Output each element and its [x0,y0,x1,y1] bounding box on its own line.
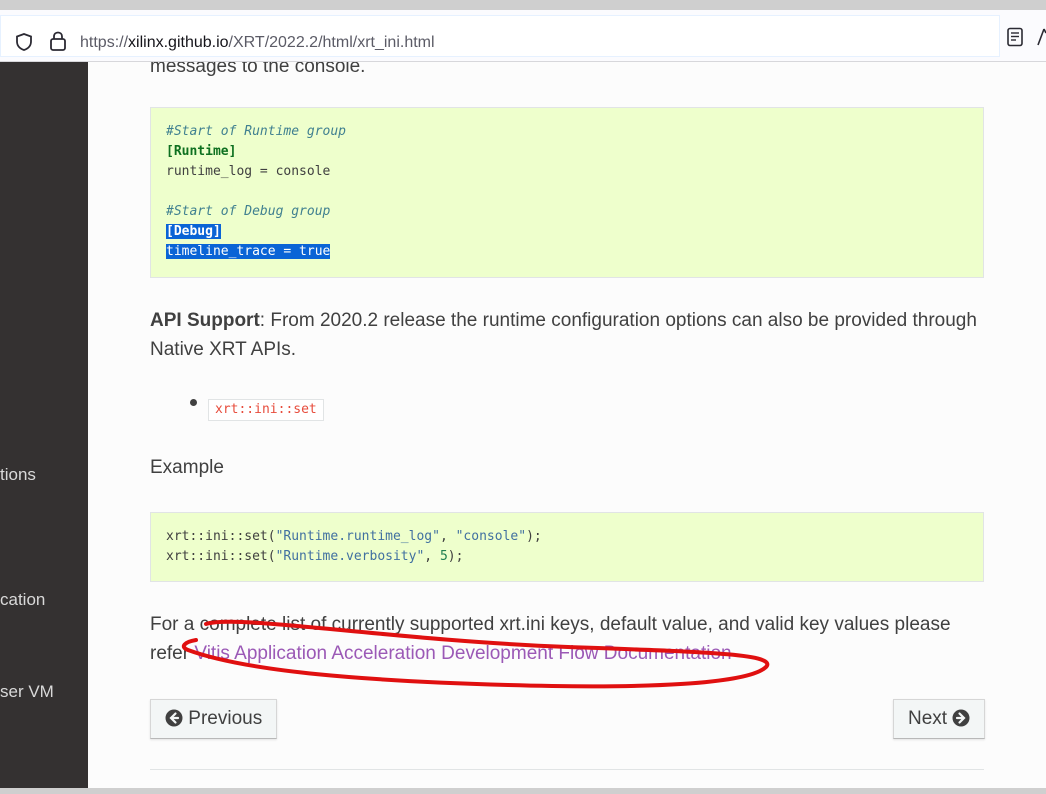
shield-icon[interactable] [14,32,34,52]
bullet-icon [190,399,197,406]
next-button[interactable]: Next [893,699,986,739]
code-line: runtime_log = console [166,164,331,179]
api-support-paragraph: API Support: From 2020.2 release the run… [150,306,990,364]
code-line: [Runtime] [166,144,237,159]
example-heading: Example [150,457,224,478]
url-field[interactable]: https://xilinx.github.io/XRT/2022.2/html… [0,15,1000,57]
code-string: "Runtime.runtime_log" [275,529,440,544]
code-end: ); [447,549,464,564]
code-line-selected: [Debug] [166,224,221,239]
code-line: #Start of Runtime group [166,124,347,139]
code-string: "console" [455,529,527,544]
cpp-code-block: xrt::ini::set("Runtime.runtime_log", "co… [150,512,984,582]
main-content: messages to the console. #Start of Runti… [88,62,1046,788]
reader-view-icon[interactable] [1006,27,1024,47]
circle-arrow-right-icon [952,709,970,727]
url-text[interactable]: https://xilinx.github.io/XRT/2022.2/html… [80,34,435,52]
code-line: #Start of Debug group [166,204,331,219]
code-number: 5 [439,549,448,564]
url-host: xilinx.github.io [128,34,229,51]
api-support-text: : From 2020.2 release the runtime config… [150,310,977,360]
url-prefix: https:// [80,34,129,51]
code-end: ); [526,529,542,544]
code-sep: , [439,529,456,544]
code-fn: xrt::ini::set( [166,549,276,564]
circle-arrow-left-icon [165,709,183,727]
next-label: Next [908,708,948,729]
code-sep: , [424,549,440,564]
sidebar-item-options[interactable]: tions [0,465,36,485]
previous-label: Previous [188,708,263,729]
sidebar-item-application[interactable]: cation [0,590,45,610]
api-item-code[interactable]: xrt::ini::set [208,399,324,421]
cutoff-paragraph: messages to the console. [150,62,366,77]
extension-icon[interactable] [1036,27,1046,47]
code-line-selected: timeline_trace = true [166,244,331,259]
complete-list-paragraph: For a complete list of currently support… [150,610,990,668]
ini-code-block: #Start of Runtime group [Runtime] runtim… [150,107,984,278]
api-support-label: API Support [150,310,260,331]
previous-button[interactable]: Previous [150,699,278,739]
docs-sidebar: tions cation ser VM [0,62,88,788]
lock-icon[interactable] [48,30,68,52]
sidebar-item-user-vm[interactable]: ser VM [0,682,54,702]
browser-toolbar: https://xilinx.github.io/XRT/2022.2/html… [0,10,1046,62]
url-path: /XRT/2022.2/html/xrt_ini.html [228,34,435,51]
code-string: "Runtime.verbosity" [275,549,425,564]
vitis-docs-link[interactable]: Vitis Application Acceleration Developme… [194,643,731,664]
window-top-edge [0,0,1046,10]
window-bottom-edge [0,788,1046,794]
footer-divider [150,769,984,770]
code-fn: xrt::ini::set( [166,529,276,544]
